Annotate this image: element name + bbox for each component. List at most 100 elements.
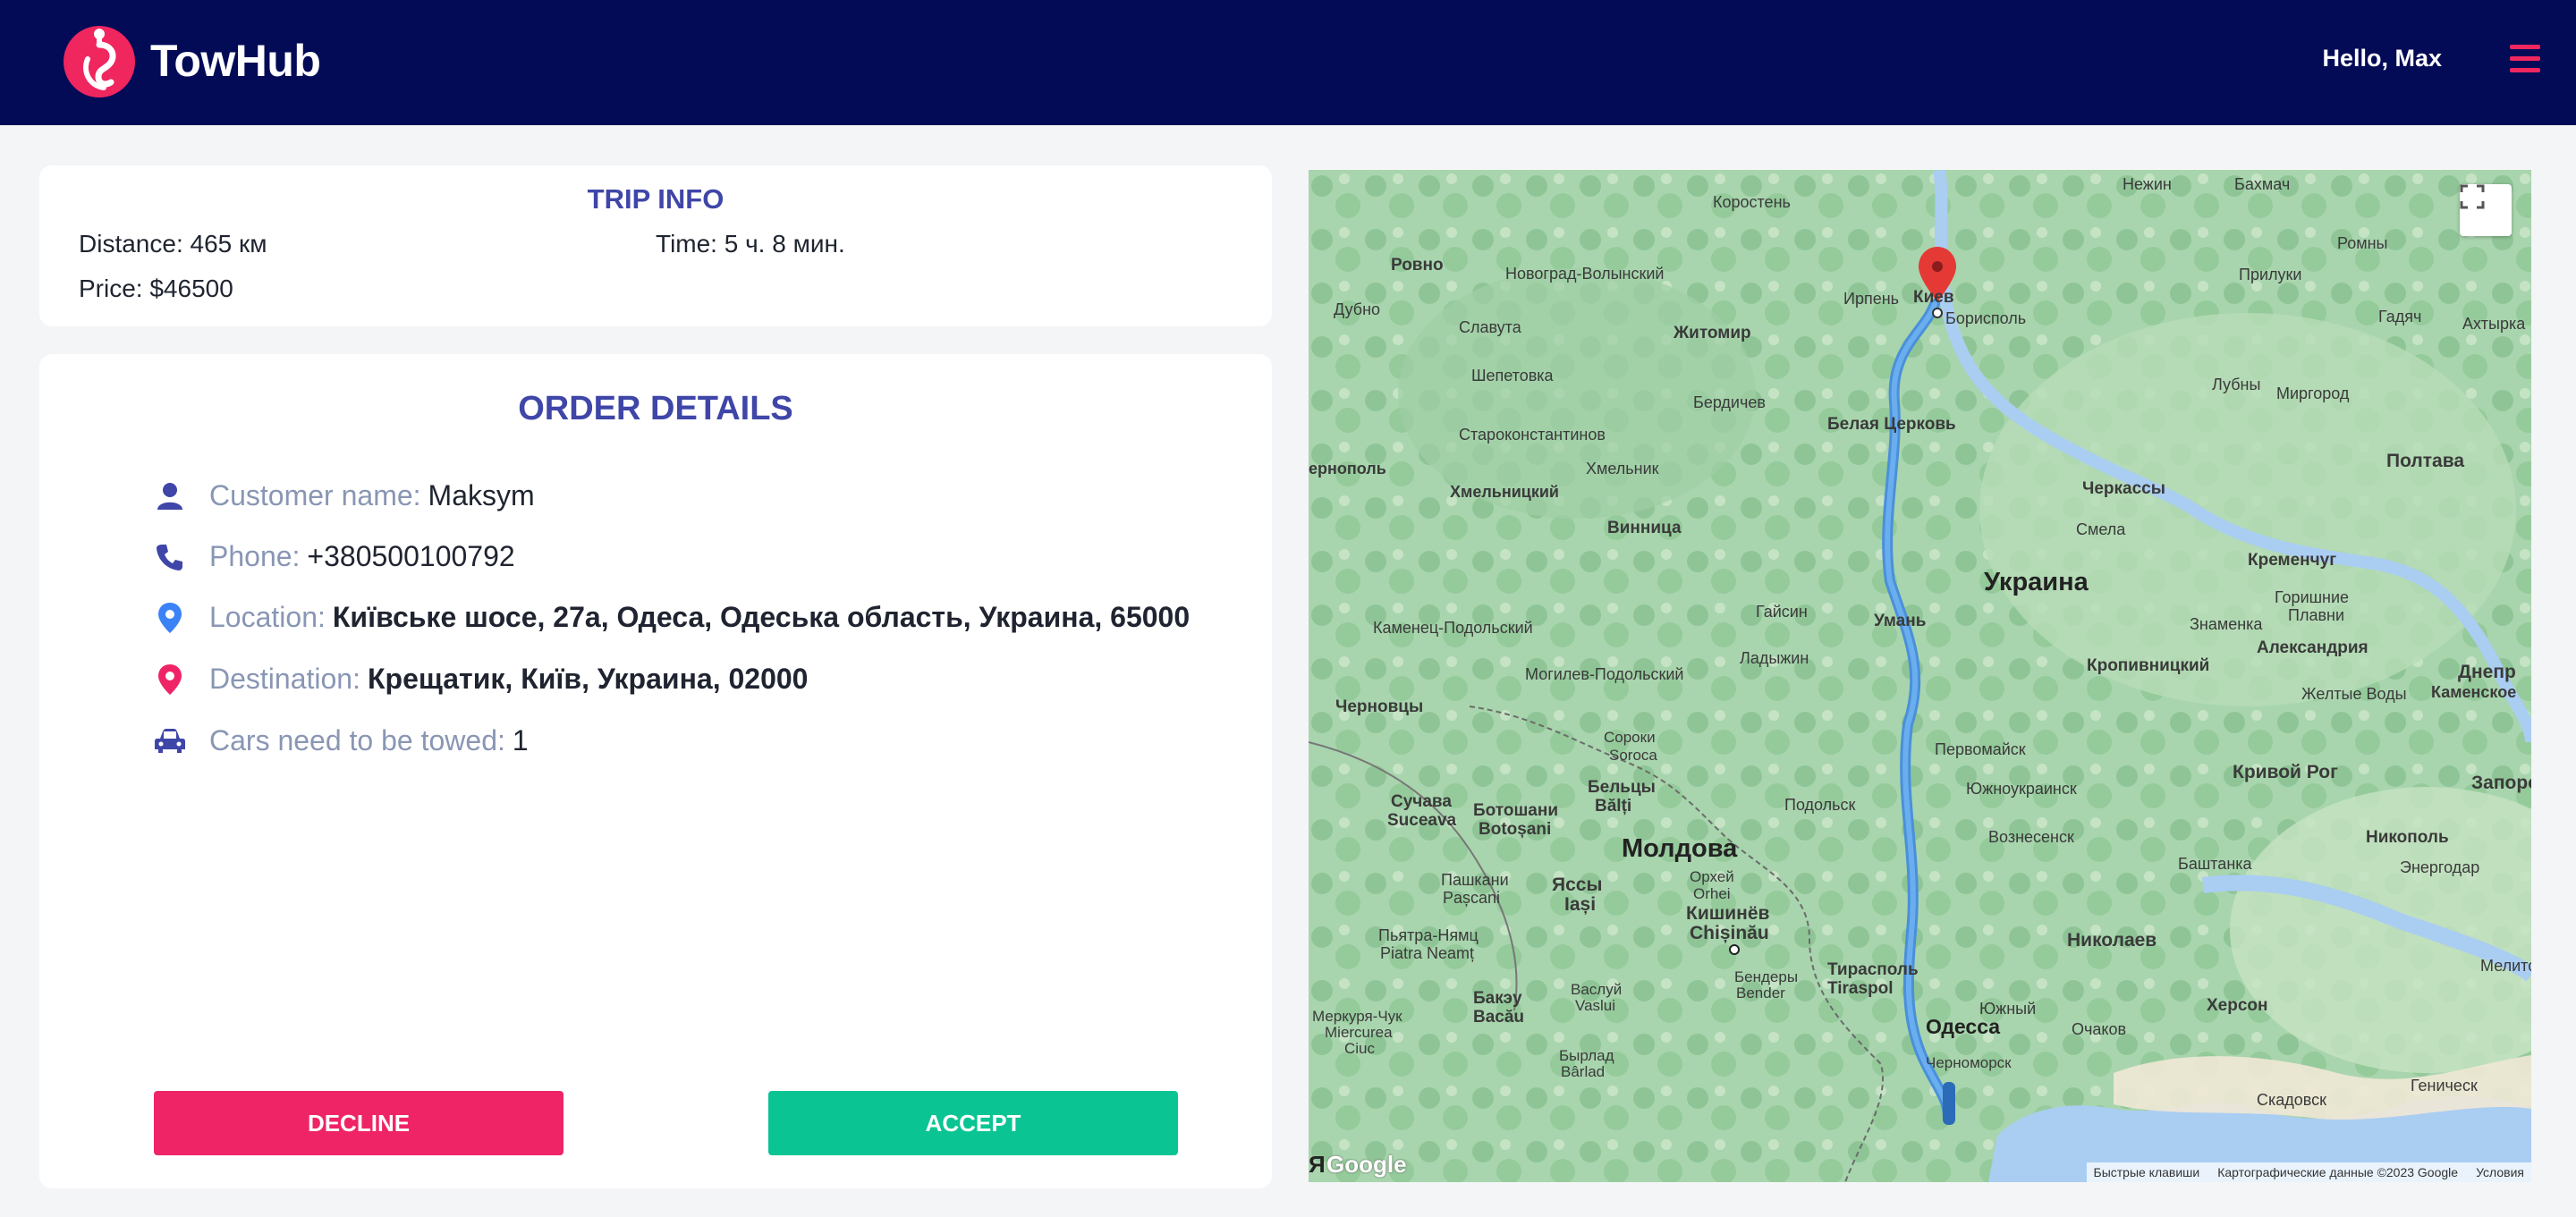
map-label: Кременчуг (2248, 551, 2336, 570)
location-value: Київське шосе, 27а, Одеса, Одеська облас… (332, 601, 1191, 633)
location-row: Location: Київське шосе, 27а, Одеса, Оде… (154, 601, 1190, 634)
map-label: Soroca (1609, 747, 1657, 764)
map-label: Iași (1564, 894, 1596, 915)
map-label: Пьятра-Нямц (1378, 926, 1479, 944)
trip-price: Price: $46500 (79, 275, 233, 302)
map-canvas: Коростень Нежин Бахмач Ровно Новоград-Во… (1309, 170, 2531, 1182)
map-label: Сороки (1604, 729, 1656, 746)
map-label: Bârlad (1561, 1063, 1605, 1080)
map-label: Пашкани (1441, 871, 1509, 889)
map-label: Бельцы (1588, 778, 1656, 797)
map-label: Pașcani (1443, 889, 1500, 907)
map-label: Орхей (1690, 868, 1734, 885)
map-label: Винница (1607, 519, 1682, 537)
map-label: Горишние (2275, 588, 2349, 606)
map-label: Херсон (2207, 996, 2268, 1015)
map-label: Кривой Рог (2233, 762, 2338, 782)
fullscreen-icon[interactable] (2460, 184, 2512, 236)
map-label: Нежин (2123, 175, 2172, 193)
destination-pin-icon (154, 663, 186, 696)
map-label: Гайсин (1756, 603, 1808, 621)
map-label: Ладыжин (1740, 649, 1809, 667)
map-label: Bălți (1595, 797, 1631, 816)
phone-label: Phone: (209, 540, 301, 572)
map-label: Геническ (2411, 1077, 2478, 1094)
customer-name-value: Maksym (428, 479, 535, 511)
map-label: Chișinău (1690, 923, 1769, 943)
terms-link[interactable]: Условия (2476, 1165, 2524, 1179)
route-map[interactable]: Коростень Нежин Бахмач Ровно Новоград-Во… (1309, 170, 2531, 1182)
destination-row: Destination: Крещатик, Київ, Украина, 02… (154, 663, 808, 696)
destination-value: Крещатик, Київ, Украина, 02000 (367, 663, 809, 695)
map-label: Черноморск (1926, 1054, 2012, 1071)
map-label: Яссы (1552, 875, 1602, 895)
decline-button[interactable]: DECLINE (154, 1091, 564, 1155)
map-label: Bacău (1473, 1008, 1524, 1027)
map-label: Ботошани (1473, 801, 1558, 820)
map-label: Меркуря-Чук (1312, 1008, 1402, 1025)
map-label: Днепр (2458, 662, 2516, 682)
map-label: Коростень (1713, 193, 1791, 211)
map-label: Бакэу (1473, 989, 1522, 1008)
map-label: Первомайск (1935, 740, 2026, 758)
accept-button[interactable]: ACCEPT (768, 1091, 1178, 1155)
user-greeting: Hello, Max (2322, 45, 2442, 72)
map-label: Украина (1984, 568, 2089, 596)
map-label: Piatra Neamț (1380, 944, 1474, 962)
map-label: Баштанка (2178, 855, 2253, 873)
order-details-card: ORDER DETAILS Customer name: Maksym Phon… (39, 354, 1272, 1188)
map-label: Ciuc (1344, 1040, 1376, 1057)
map-label: Сучава (1391, 792, 1452, 811)
map-label: Tiraspol (1827, 979, 1894, 998)
map-label: Южноукраинск (1966, 780, 2077, 798)
map-label: Лубны (2212, 376, 2260, 393)
brand-name: TowHub (150, 36, 321, 86)
map-label: Энергодар (2400, 858, 2479, 876)
map-label: Хмельник (1586, 460, 1659, 478)
map-label: Бахмач (2234, 175, 2290, 193)
google-logo[interactable]: Google (1326, 1151, 1407, 1179)
towhub-logo-icon (64, 26, 135, 97)
map-label: Подольск (1784, 796, 1856, 814)
map-label: Могилев-Подольский (1525, 665, 1683, 683)
map-label: Борисполь (1945, 309, 2026, 327)
map-label: Ровно (1391, 256, 1444, 275)
map-label: Знаменка (2190, 615, 2263, 633)
map-label: Желтые Воды (2301, 685, 2407, 703)
location-label: Location: (209, 601, 326, 633)
trip-distance: Distance: 465 км (79, 230, 267, 258)
map-label: Плавни (2288, 606, 2344, 624)
map-label: Белая Церковь (1827, 415, 1956, 434)
map-label: Ромны (2337, 234, 2387, 252)
map-label: Киев (1913, 288, 1954, 307)
yandex-logo: Я (1309, 1151, 1326, 1178)
map-label: Полтава (2386, 451, 2464, 471)
trip-info-card: TRIP INFO Distance: 465 км Time: 5 ч. 8 … (39, 165, 1272, 326)
customer-name-row: Customer name: Maksym (154, 479, 535, 512)
map-label: Житомир (1673, 324, 1751, 342)
map-label: Кропивницкий (2087, 656, 2209, 675)
map-label: Прилуки (2239, 266, 2301, 283)
phone-icon (154, 541, 186, 573)
trip-info-title: TRIP INFO (587, 183, 724, 215)
map-label: Бердичев (1693, 393, 1766, 411)
map-label: Запорож (2471, 773, 2531, 793)
map-label: Bender (1736, 985, 1785, 1001)
cars-value: 1 (512, 724, 529, 756)
map-label: Скадовск (2257, 1091, 2326, 1109)
car-icon (154, 725, 186, 757)
brand-logo[interactable]: TowHub (63, 23, 321, 98)
trip-time: Time: 5 ч. 8 мин. (656, 230, 845, 258)
map-label: Очаков (2072, 1020, 2126, 1038)
map-label: Бендеры (1734, 968, 1798, 985)
map-label: Миргород (2276, 385, 2350, 402)
keyboard-shortcuts-link[interactable]: Быстрые клавиши (2094, 1165, 2200, 1179)
map-label: Бырлад (1559, 1047, 1614, 1064)
location-pin-icon (154, 602, 186, 634)
map-label: Кишинёв (1686, 903, 1770, 924)
map-label: Suceava (1387, 811, 1457, 830)
map-label: Черновцы (1335, 697, 1423, 716)
hamburger-menu-icon[interactable] (2510, 45, 2542, 73)
map-label: Miercurea (1325, 1024, 1393, 1041)
map-label: Дубно (1334, 300, 1380, 318)
